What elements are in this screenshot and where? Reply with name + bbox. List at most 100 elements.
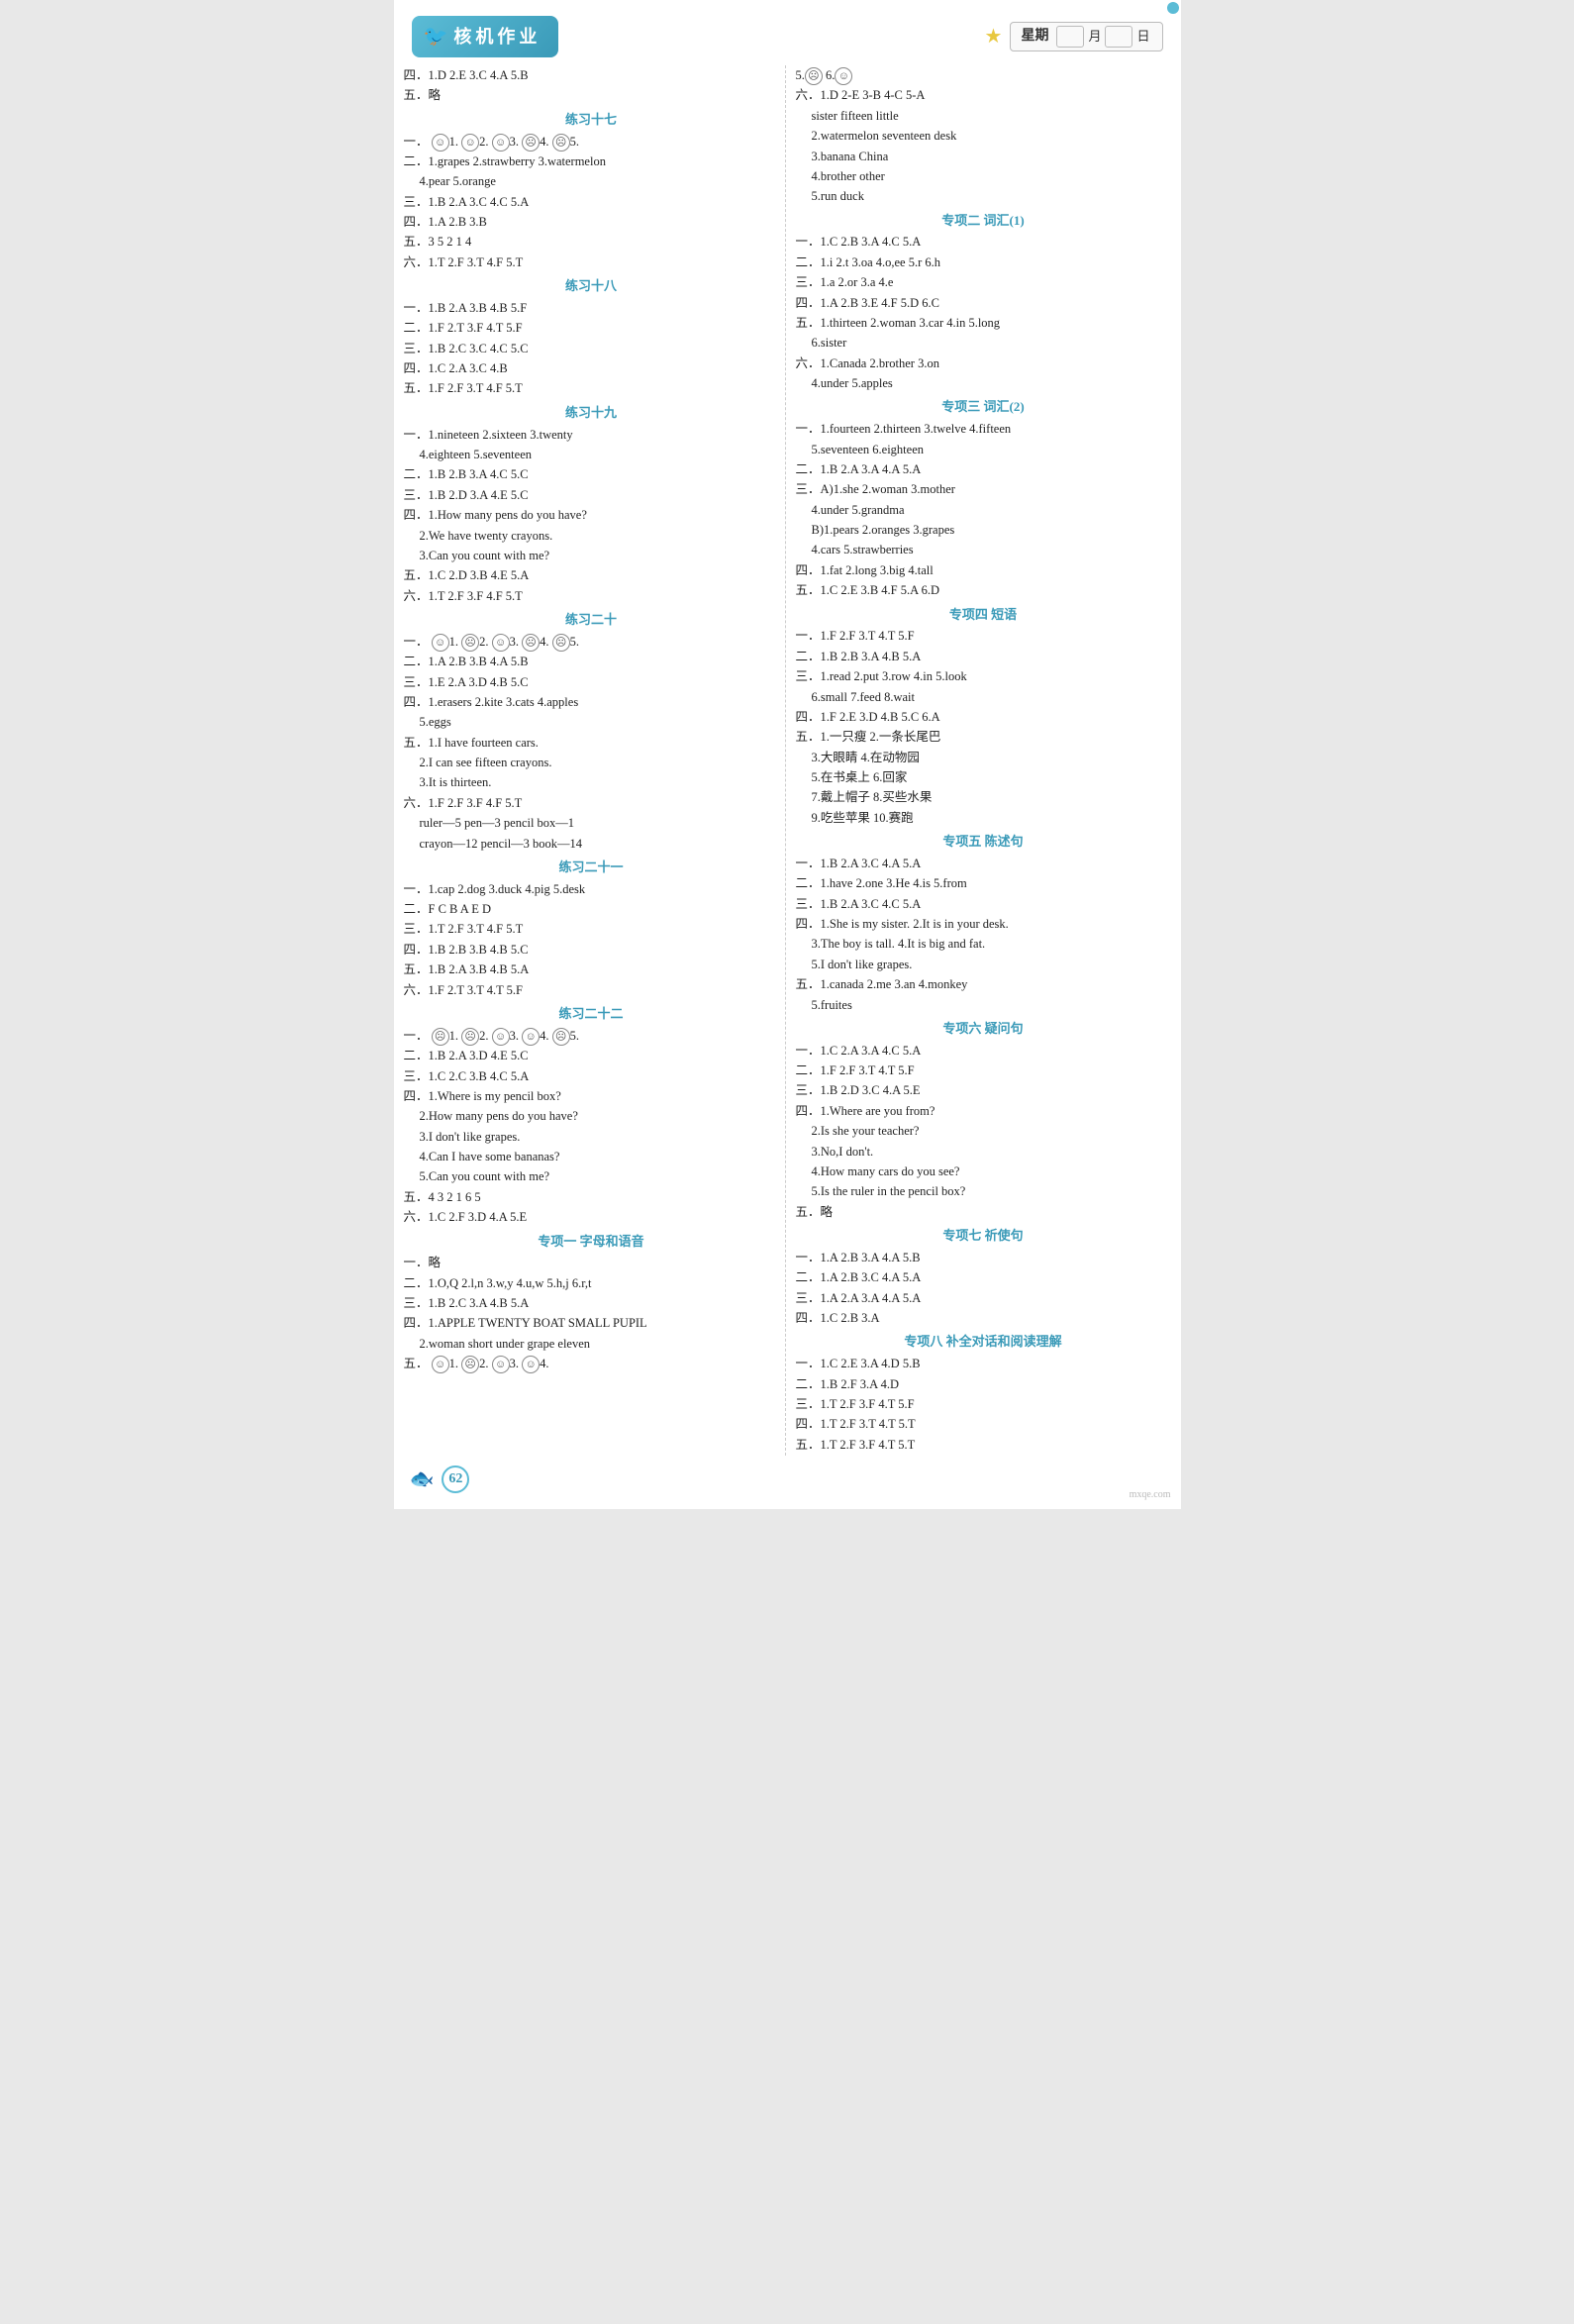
section-21-title: 练习二十一 <box>404 858 779 878</box>
s20-5b: 2.I can see fifteen crayons. <box>404 754 779 772</box>
zy2-5a: 五．1.thirteen 2.woman 3.car 4.in 5.long <box>796 314 1171 333</box>
zy3-3a: 三．A)1.she 2.woman 3.mother <box>796 480 1171 499</box>
zy3-1a: 一．1.fourteen 2.thirteen 3.twelve 4.fifte… <box>796 420 1171 439</box>
zy4-3b: 6.small 7.feed 8.wait <box>796 688 1171 707</box>
zy5-3: 三．1.B 2.A 3.C 4.C 5.A <box>796 895 1171 914</box>
zy3-2: 二．1.B 2.A 3.A 4.A 5.A <box>796 460 1171 479</box>
s22-5: 五．4 3 2 1 6 5 <box>404 1188 779 1207</box>
s19-1: 一．1.nineteen 2.sixteen 3.twenty <box>404 426 779 445</box>
s21-3: 三．1.T 2.F 3.T 4.F 5.T <box>404 920 779 939</box>
r-top-6: 六．1.D 2-E 3-B 4-C 5-A <box>796 86 1171 105</box>
s21-6: 六．1.F 2.T 3.T 4.T 5.F <box>404 981 779 1000</box>
smiley-3: ☺ <box>492 134 510 152</box>
s22-4b: 2.How many pens do you have? <box>404 1107 779 1126</box>
zy7-1: 一．1.A 2.B 3.A 4.A 5.B <box>796 1249 1171 1267</box>
s17-3: 三．1.B 2.A 3.C 4.C 5.A <box>404 193 779 212</box>
s21-2: 二．F C B A E D <box>404 900 779 919</box>
date-boxes: 月 日 <box>1056 26 1151 48</box>
zy6-4d: 4.How many cars do you see? <box>796 1162 1171 1181</box>
sm-r5: ☹ <box>805 67 823 85</box>
zy4-2: 二．1.B 2.B 3.A 4.B 5.A <box>796 648 1171 666</box>
zy4-5e: 9.吃些苹果 10.赛跑 <box>796 809 1171 828</box>
s21-1: 一．1.cap 2.dog 3.duck 4.pig 5.desk <box>404 880 779 899</box>
r-top-6a: sister fifteen little <box>796 107 1171 126</box>
zy1-3: 三．1.B 2.C 3.A 4.B 5.A <box>404 1294 779 1313</box>
zy2-6b: 4.under 5.apples <box>796 374 1171 393</box>
zy7-2: 二．1.A 2.B 3.C 4.A 5.A <box>796 1268 1171 1287</box>
zy6-2: 二．1.F 2.F 3.T 4.T 5.F <box>796 1061 1171 1080</box>
main-content: 四．1.D 2.E 3.C 4.A 5.B 五．略 练习十七 一． ☺1. ☺2… <box>394 61 1181 1460</box>
sm-zy1-2: ☹ <box>461 1356 479 1373</box>
s19-5: 五．1.C 2.D 3.B 4.E 5.A <box>404 566 779 585</box>
sm22-4: ☺ <box>522 1028 540 1046</box>
zy4-5a: 五．1.一只瘦 2.一条长尾巴 <box>796 728 1171 747</box>
zy4-5b: 3.大眼睛 4.在动物园 <box>796 749 1171 767</box>
s18-3: 三．1.B 2.C 3.C 4.C 5.C <box>404 340 779 358</box>
s17-2b: 4.pear 5.orange <box>404 172 779 191</box>
s17-5: 五．3 5 2 1 4 <box>404 233 779 252</box>
sm22-5: ☹ <box>552 1028 570 1046</box>
zy3-3b: 4.under 5.grandma <box>796 501 1171 520</box>
r-top-6c: 3.banana China <box>796 148 1171 166</box>
weekday-label: 星期 <box>1021 26 1048 48</box>
s18-5: 五．1.F 2.F 3.T 4.F 5.T <box>404 379 779 398</box>
section-zy4-title: 专项四 短语 <box>796 605 1171 626</box>
zy8-2: 二．1.B 2.F 3.A 4.D <box>796 1375 1171 1394</box>
s19-1b: 4.eighteen 5.seventeen <box>404 446 779 464</box>
star-icon: ★ <box>985 21 1003 52</box>
s20-4a: 四．1.erasers 2.kite 3.cats 4.apples <box>404 693 779 712</box>
s19-4a: 四．1.How many pens do you have? <box>404 506 779 525</box>
smiley-1: ☺ <box>432 134 449 152</box>
r-top-5: 5.☹ 6.☺ <box>796 66 1171 85</box>
page-header: 🐦 核机作业 ★ 星期 月 日 <box>394 10 1181 61</box>
s17-4: 四．1.A 2.B 3.B <box>404 213 779 232</box>
s17-1: 一． ☺1. ☺2. ☺3. ☹4. ☹5. <box>404 133 779 152</box>
s19-4b: 2.We have twenty crayons. <box>404 527 779 546</box>
smiley-2: ☺ <box>461 134 479 152</box>
zy2-2: 二．1.i 2.t 3.oa 4.o,ee 5.r 6.h <box>796 253 1171 272</box>
page-number: 62 <box>442 1465 469 1493</box>
r-top-6b: 2.watermelon seventeen desk <box>796 127 1171 146</box>
s22-4d: 4.Can I have some bananas? <box>404 1148 779 1166</box>
section-zy7-title: 专项七 祈使句 <box>796 1226 1171 1247</box>
sm20-3: ☺ <box>492 634 510 652</box>
zy5-4a: 四．1.She is my sister. 2.It is in your de… <box>796 915 1171 934</box>
section-zy5-title: 专项五 陈述句 <box>796 832 1171 853</box>
r-top-6e: 5.run duck <box>796 187 1171 206</box>
s21-5: 五．1.B 2.A 3.B 4.B 5.A <box>404 960 779 979</box>
sm-zy1-1: ☺ <box>432 1356 449 1373</box>
s18-1: 一．1.B 2.A 3.B 4.B 5.F <box>404 299 779 318</box>
logo-bird-icon: 🐦 <box>424 21 448 52</box>
zy2-1: 一．1.C 2.B 3.A 4.C 5.A <box>796 233 1171 252</box>
sm22-1: ☹ <box>432 1028 449 1046</box>
sm-zy1-3: ☺ <box>492 1356 510 1373</box>
zy4-5c: 5.在书桌上 6.回家 <box>796 768 1171 787</box>
sm22-2: ☹ <box>461 1028 479 1046</box>
zy2-5b: 6.sister <box>796 334 1171 353</box>
sm20-2: ☹ <box>461 634 479 652</box>
zy4-1: 一．1.F 2.F 3.T 4.T 5.F <box>796 627 1171 646</box>
s17-2: 二．1.grapes 2.strawberry 3.watermelon <box>404 152 779 171</box>
zy1-2: 二．1.O,Q 2.l,n 3.w,y 4.u,w 5.h,j 6.r,t <box>404 1274 779 1293</box>
s22-4e: 5.Can you count with me? <box>404 1167 779 1186</box>
left-top-2: 五．略 <box>404 86 779 105</box>
zy6-4e: 5.Is the ruler in the pencil box? <box>796 1182 1171 1201</box>
zy4-5d: 7.戴上帽子 8.买些水果 <box>796 788 1171 807</box>
zy2-6a: 六．1.Canada 2.brother 3.on <box>796 354 1171 373</box>
weekday-box: 星期 月 日 <box>1010 22 1162 51</box>
zy6-4a: 四．1.Where are you from? <box>796 1102 1171 1121</box>
smiley-5: ☹ <box>552 134 570 152</box>
s22-4a: 四．1.Where is my pencil box? <box>404 1087 779 1106</box>
page: 🐦 核机作业 ★ 星期 月 日 四．1.D 2.E 3.C 4.A 5.B 五．… <box>394 0 1181 1509</box>
sm-zy1-4: ☺ <box>522 1356 540 1373</box>
s20-3: 三．1.E 2.A 3.D 4.B 5.C <box>404 673 779 692</box>
zy3-3d: 4.cars 5.strawberries <box>796 541 1171 559</box>
header-right: ★ 星期 月 日 <box>985 21 1163 52</box>
zy3-3c: B)1.pears 2.oranges 3.grapes <box>796 521 1171 540</box>
s19-6: 六．1.T 2.F 3.F 4.F 5.T <box>404 587 779 606</box>
section-18-title: 练习十八 <box>404 276 779 297</box>
s19-4c: 3.Can you count with me? <box>404 547 779 565</box>
sm22-3: ☺ <box>492 1028 510 1046</box>
section-20-title: 练习二十 <box>404 610 779 631</box>
sm-r6: ☺ <box>835 67 852 85</box>
